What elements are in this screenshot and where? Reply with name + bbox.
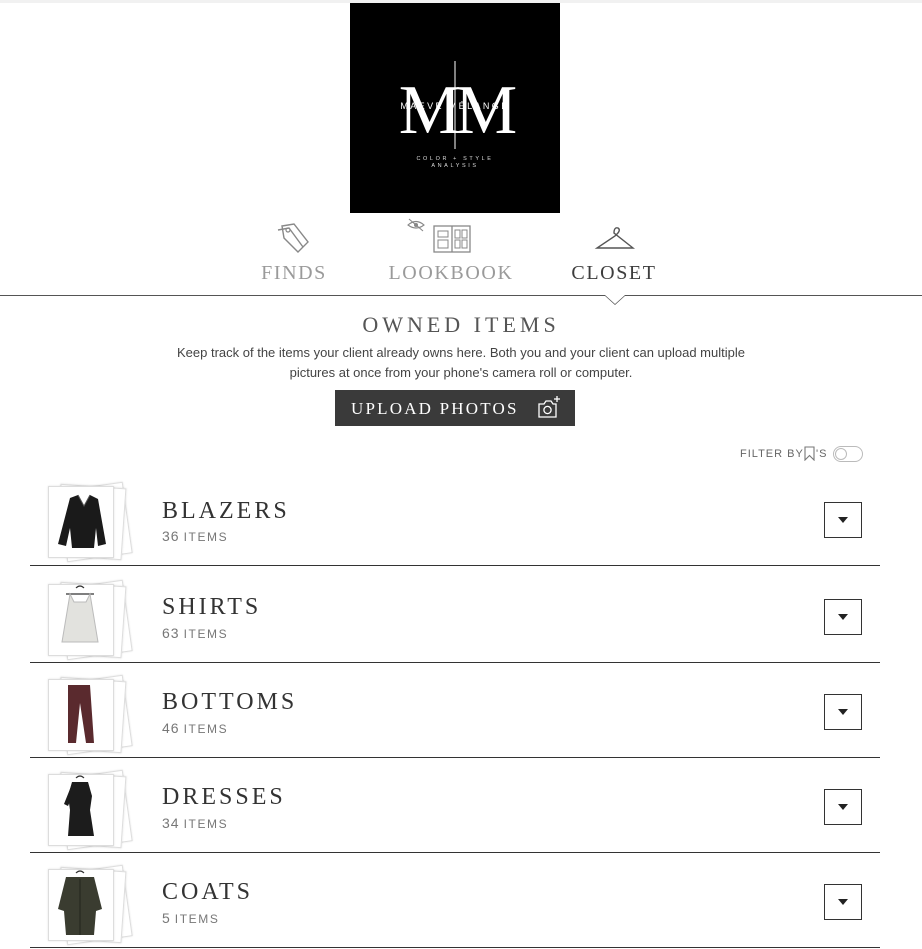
tab-finds[interactable]: FINDS bbox=[248, 218, 340, 288]
category-row-shirts[interactable]: SHIRTS 63 ITEMS bbox=[30, 566, 880, 663]
category-count: 34 ITEMS bbox=[162, 815, 229, 831]
section-description: Keep track of the items your client alre… bbox=[177, 345, 745, 380]
hanger-icon bbox=[594, 227, 636, 249]
upload-photos-button[interactable]: UPLOAD PHOTOS bbox=[335, 390, 575, 426]
category-thumbnail bbox=[46, 579, 138, 661]
category-row-dresses[interactable]: DRESSES 34 ITEMS bbox=[30, 758, 880, 853]
filter-label: FILTER BY bbox=[740, 448, 804, 460]
camera-add-icon bbox=[538, 396, 560, 418]
hidden-eye-icon bbox=[407, 218, 425, 232]
chevron-down-icon bbox=[838, 804, 848, 810]
chevron-down-icon bbox=[838, 517, 848, 523]
brand-tagline-1: COLOR + STYLE bbox=[416, 156, 494, 162]
leather-jacket-image bbox=[58, 494, 106, 548]
white-top-image bbox=[61, 585, 99, 643]
category-thumbnail bbox=[46, 769, 138, 851]
toggle-knob bbox=[835, 448, 847, 460]
lookbook-icon bbox=[433, 225, 471, 253]
category-title: BOTTOMS bbox=[162, 689, 298, 715]
expand-button[interactable] bbox=[824, 599, 862, 635]
category-count: 46 ITEMS bbox=[162, 720, 229, 736]
category-title: BLAZERS bbox=[162, 498, 290, 524]
category-title: SHIRTS bbox=[162, 594, 262, 620]
category-count: 63 ITEMS bbox=[162, 625, 229, 641]
category-count: 36 ITEMS bbox=[162, 528, 229, 544]
olive-coat-image bbox=[58, 870, 102, 935]
brand-logo: MM MAEVE MÉLANGE COLOR + STYLE ANALYSIS bbox=[350, 3, 560, 213]
brand-name: MAEVE MÉLANGE bbox=[400, 101, 510, 111]
bookmark-icon bbox=[804, 446, 815, 461]
chevron-down-icon bbox=[838, 614, 848, 620]
category-row-bottoms[interactable]: BOTTOMS 46 ITEMS bbox=[30, 663, 880, 758]
category-thumbnail bbox=[46, 864, 138, 946]
black-dress-image bbox=[64, 775, 94, 836]
filter-suffix: 'S bbox=[816, 448, 828, 460]
category-row-blazers[interactable]: BLAZERS 36 ITEMS bbox=[30, 476, 880, 566]
tabs-divider bbox=[0, 295, 922, 296]
brand-tagline-2: ANALYSIS bbox=[431, 163, 479, 169]
upload-photos-label: UPLOAD PHOTOS bbox=[351, 399, 519, 418]
category-thumbnail bbox=[46, 481, 138, 563]
tag-icon bbox=[277, 223, 309, 253]
expand-button[interactable] bbox=[824, 502, 862, 538]
expand-button[interactable] bbox=[824, 884, 862, 920]
category-title: COATS bbox=[162, 879, 254, 905]
tab-lookbook[interactable]: LOOKBOOK bbox=[376, 218, 526, 288]
category-row-coats[interactable]: COATS 5 ITEMS bbox=[30, 853, 880, 948]
tab-lookbook-label: LOOKBOOK bbox=[388, 262, 514, 284]
burgundy-pants-image bbox=[68, 685, 94, 743]
category-count: 5 ITEMS bbox=[162, 910, 220, 926]
chevron-down-icon bbox=[838, 709, 848, 715]
tab-closet[interactable]: CLOSET bbox=[560, 218, 668, 288]
chevron-down-icon bbox=[838, 899, 848, 905]
category-title: DRESSES bbox=[162, 784, 286, 810]
expand-button[interactable] bbox=[824, 694, 862, 730]
expand-button[interactable] bbox=[824, 789, 862, 825]
section-title: OWNED ITEMS bbox=[362, 312, 560, 337]
category-thumbnail bbox=[46, 674, 138, 756]
tab-closet-label: CLOSET bbox=[571, 262, 657, 284]
tab-finds-label: FINDS bbox=[261, 262, 327, 284]
filter-toggle[interactable] bbox=[833, 446, 863, 462]
